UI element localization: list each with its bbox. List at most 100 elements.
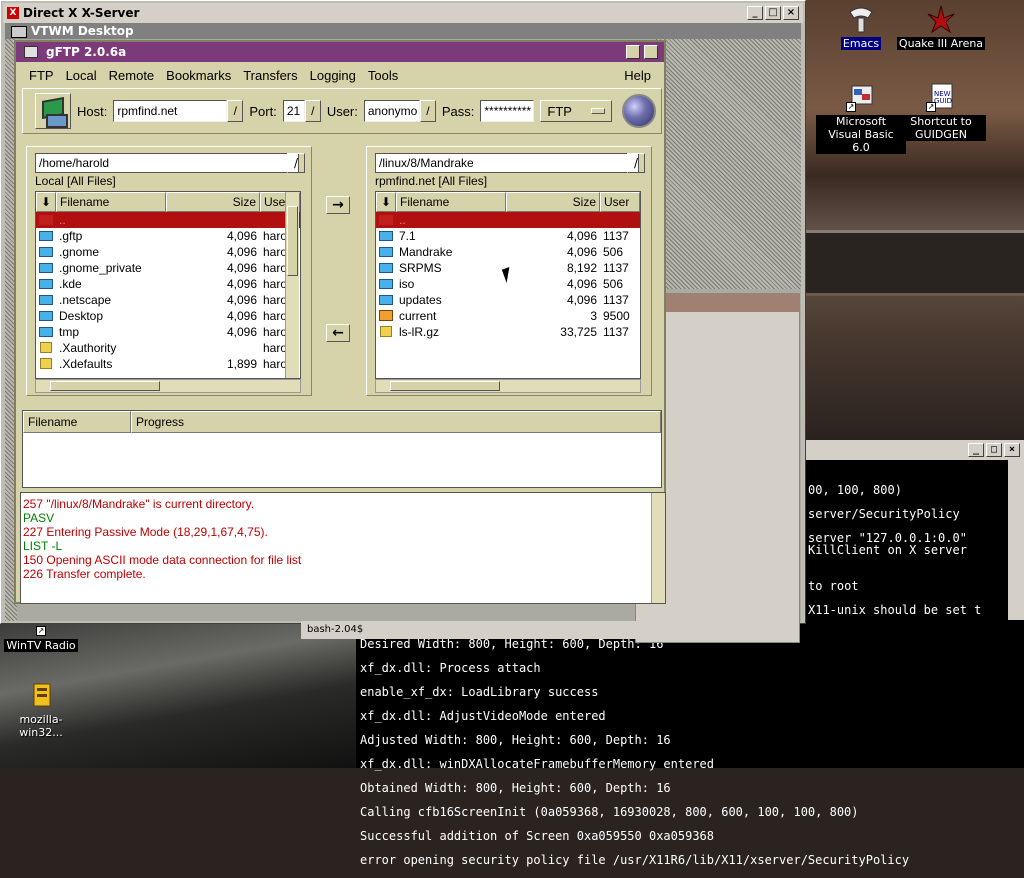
connect-icon[interactable]	[35, 93, 71, 129]
file-row[interactable]: Desktop 4,096 harold	[36, 308, 300, 324]
desktop-icon-label: WinTV Radio	[4, 639, 78, 652]
scroll-thumb[interactable]	[390, 381, 500, 391]
terminal-line: xf_dx.dll: winDXAllocateFramebufferMemor…	[360, 757, 715, 771]
user-label: User:	[326, 103, 358, 119]
close-button[interactable]: ×	[1004, 443, 1020, 457]
file-row[interactable]: 7.1 4,096 1137	[376, 228, 640, 244]
local-path-input[interactable]: /home/harold	[35, 153, 299, 173]
menu-remote[interactable]: Remote	[104, 68, 160, 83]
menu-local[interactable]: Local	[61, 68, 102, 83]
menu-tools[interactable]: Tools	[363, 68, 403, 83]
connection-toolbar: Host: rpmfind.net / Port: 21 / User: ano…	[22, 88, 662, 134]
maximize-button[interactable]: □	[986, 443, 1002, 457]
log-view[interactable]: 257 "/linux/8/Mandrake" is current direc…	[20, 492, 666, 604]
scroll-thumb[interactable]	[50, 381, 160, 391]
host-input[interactable]: rpmfind.net	[113, 100, 228, 122]
file-name: updates	[399, 293, 442, 307]
scroll-thumb[interactable]	[287, 206, 298, 276]
column-user[interactable]: User	[600, 192, 640, 212]
vtwm-titlebar: VTWM Desktop	[5, 23, 801, 39]
upload-arrow-button[interactable]: →	[326, 196, 350, 214]
sort-arrow-icon[interactable]: ⬇	[376, 192, 396, 212]
file-row[interactable]: .Xauthority harold	[36, 340, 300, 356]
symlink-icon	[379, 310, 393, 321]
file-name: .kde	[59, 277, 82, 291]
column-progress[interactable]: Progress	[131, 411, 661, 433]
file-row[interactable]: .Xdefaults 1,899 harold	[36, 356, 300, 372]
file-size: 4,096	[566, 293, 597, 307]
file-row[interactable]: .gnome_private 4,096 harold	[36, 260, 300, 276]
file-icon	[40, 358, 52, 369]
remote-file-list[interactable]: ⬇ Filename Size User .. 7.1 4,096 1137 Mandr…	[375, 191, 641, 379]
menu-bookmarks[interactable]: Bookmarks	[161, 68, 236, 83]
user-input[interactable]: anonymo	[363, 100, 420, 122]
user-dropdown-button[interactable]: /	[419, 100, 436, 122]
file-size: 4,096	[226, 277, 257, 291]
log-line: 257 "/linux/8/Mandrake" is current direc…	[23, 497, 255, 511]
desktop-icon-guidgen[interactable]: NEW GUID ↗ Shortcut to GUIDGEN	[896, 82, 986, 141]
menu-transfers[interactable]: Transfers	[238, 68, 302, 83]
column-filename[interactable]: Filename	[396, 192, 506, 212]
sort-arrow-icon[interactable]: ⬇	[36, 192, 56, 212]
protocol-select[interactable]: FTP	[540, 100, 613, 122]
column-size[interactable]: Size	[506, 192, 600, 212]
file-row[interactable]: ..	[36, 212, 300, 228]
folder-icon	[39, 247, 53, 257]
local-pane-label: Local [All Files]	[35, 174, 116, 188]
xserver-titlebar: X Direct X X-Server _ □ ×	[3, 3, 803, 23]
local-file-list[interactable]: ⬇ Filename Size User .. .gftp 4,096 harold.…	[35, 191, 301, 379]
file-row[interactable]: ls-lR.gz 33,725 1137	[376, 324, 640, 340]
file-row[interactable]: tmp 4,096 harold	[36, 324, 300, 340]
desktop-icon-label: Quake III Arena	[896, 37, 986, 50]
file-row[interactable]: .gftp 4,096 harold	[36, 228, 300, 244]
quake-icon	[926, 4, 956, 34]
port-dropdown-button[interactable]: /	[304, 100, 321, 122]
remote-path-dropdown[interactable]: /	[627, 153, 645, 173]
terminal-window-right[interactable]: _ □ × 00, 100, 800) server/SecurityPolic…	[806, 440, 1024, 620]
local-path-dropdown[interactable]: /	[287, 153, 305, 173]
port-input[interactable]: 21	[282, 100, 305, 122]
file-name: 7.1	[399, 229, 416, 243]
minimize-button[interactable]: _	[968, 443, 984, 457]
local-horizontal-scrollbar[interactable]	[35, 379, 301, 393]
download-arrow-button[interactable]: ←	[326, 324, 350, 342]
file-row[interactable]: .gnome 4,096 harold	[36, 244, 300, 260]
file-name: .netscape	[59, 293, 112, 307]
local-vertical-scrollbar[interactable]	[285, 192, 299, 378]
window-menu-icon[interactable]	[24, 46, 38, 58]
maximize-button[interactable]: □	[765, 6, 781, 20]
host-dropdown-button[interactable]: /	[227, 100, 244, 122]
column-filename[interactable]: Filename	[56, 192, 166, 212]
desktop-icon-quake[interactable]: Quake III Arena	[896, 4, 986, 50]
minimize-button[interactable]: _	[747, 6, 763, 20]
menu-ftp[interactable]: FTP	[24, 68, 59, 83]
file-size: 4,096	[226, 245, 257, 259]
file-row[interactable]: ..	[376, 212, 640, 228]
file-row[interactable]: Mandrake 4,096 506	[376, 244, 640, 260]
log-scrollbar[interactable]	[651, 493, 665, 603]
background-shell-window[interactable]: bash-2.04$	[301, 621, 781, 639]
close-button[interactable]: ×	[783, 6, 799, 20]
menu-help[interactable]: Help	[619, 68, 656, 83]
desktop-icon-wintv[interactable]: ↗ WinTV Radio	[0, 624, 86, 652]
globe-icon[interactable]	[622, 94, 657, 128]
remote-horizontal-scrollbar[interactable]	[375, 379, 641, 393]
desktop-icon-emacs[interactable]: Emacs	[816, 4, 906, 50]
desktop-icon-mozilla[interactable]: mozilla-win32...	[0, 680, 86, 739]
file-row[interactable]: .netscape 4,096 harold	[36, 292, 300, 308]
file-row[interactable]: .kde 4,096 harold	[36, 276, 300, 292]
column-size[interactable]: Size	[166, 192, 260, 212]
gftp-window[interactable]: gFTP 2.0.6a FTP Local Remote Bookmarks T…	[14, 40, 666, 604]
password-input[interactable]: **********	[480, 100, 535, 122]
file-row[interactable]: updates 4,096 1137	[376, 292, 640, 308]
transfer-queue[interactable]: Filename Progress	[22, 410, 662, 488]
desktop-icon-msvb[interactable]: ↗ Microsoft Visual Basic 6.0	[816, 82, 906, 154]
remote-path-input[interactable]: /linux/8/Mandrake	[375, 153, 639, 173]
minimize-button[interactable]	[626, 45, 640, 59]
file-row[interactable]: current 3 9500	[376, 308, 640, 324]
maximize-button[interactable]	[644, 45, 658, 59]
file-name: .Xauthority	[59, 341, 117, 355]
column-filename[interactable]: Filename	[23, 411, 131, 433]
menu-logging[interactable]: Logging	[305, 68, 361, 83]
terminal-scrollbar[interactable]	[1008, 460, 1024, 620]
